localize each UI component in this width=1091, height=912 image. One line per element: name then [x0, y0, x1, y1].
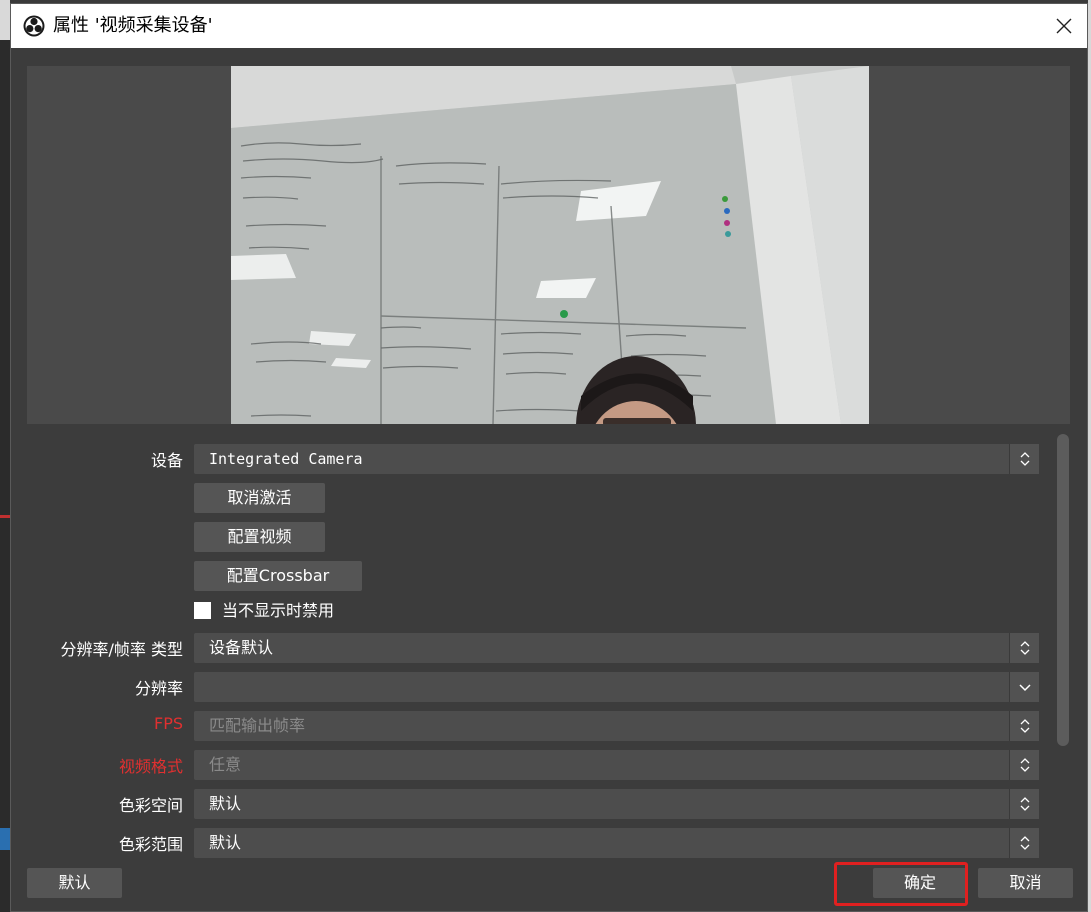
preview-panel	[27, 66, 1070, 424]
color-range-value: 默认	[209, 833, 242, 852]
device-select[interactable]: Integrated Camera	[194, 444, 1039, 474]
fps-spinner[interactable]	[1009, 711, 1039, 741]
properties-dialog: 属性 '视频采集设备' 设备 Integrated Camera 取消激活 配置…	[10, 3, 1088, 912]
scrollbar-thumb[interactable]	[1057, 434, 1069, 746]
res-fps-type-label: 分辨率/帧率 类型	[60, 640, 183, 659]
fps-select[interactable]: 匹配输出帧率	[194, 711, 1039, 741]
res-fps-type-select[interactable]: 设备默认	[194, 633, 1039, 663]
updown-chevron-icon	[1020, 719, 1030, 733]
device-select-spinner[interactable]	[1009, 444, 1039, 474]
resolution-dropdown[interactable]	[1009, 672, 1039, 702]
res-fps-type-spinner[interactable]	[1009, 633, 1039, 663]
updown-chevron-icon	[1020, 452, 1030, 466]
defaults-button[interactable]: 默认	[27, 868, 122, 898]
video-format-select[interactable]: 任意	[194, 750, 1039, 780]
color-space-label: 色彩空间	[118, 796, 183, 815]
disable-when-hidden-checkbox[interactable]	[194, 602, 211, 619]
camera-preview-image	[231, 66, 869, 424]
updown-chevron-icon	[1020, 836, 1030, 850]
configure-video-button[interactable]: 配置视频	[194, 522, 325, 552]
fps-label: FPS	[153, 714, 183, 733]
updown-chevron-icon	[1020, 797, 1030, 811]
close-button[interactable]	[1041, 4, 1087, 48]
device-select-value: Integrated Camera	[209, 450, 363, 468]
deactivate-button[interactable]: 取消激活	[194, 483, 325, 513]
window-title: 属性 '视频采集设备'	[53, 15, 213, 36]
resolution-label: 分辨率	[134, 679, 183, 698]
color-range-spinner[interactable]	[1009, 828, 1039, 858]
properties-scrollbar[interactable]	[1055, 434, 1071, 858]
color-range-label: 色彩范围	[118, 835, 183, 854]
background-window-strip	[0, 0, 10, 912]
resolution-select[interactable]	[194, 672, 1039, 702]
color-space-spinner[interactable]	[1009, 789, 1039, 819]
obs-app-icon	[23, 15, 45, 37]
video-format-value: 任意	[209, 755, 242, 774]
device-label: 设备	[150, 451, 183, 470]
video-format-spinner[interactable]	[1009, 750, 1039, 780]
updown-chevron-icon	[1020, 758, 1030, 772]
res-fps-type-value: 设备默认	[209, 638, 274, 657]
disable-when-hidden-label: 当不显示时禁用	[222, 601, 335, 620]
cancel-button[interactable]: 取消	[978, 868, 1073, 898]
close-icon	[1056, 18, 1072, 34]
fps-value: 匹配输出帧率	[209, 716, 306, 735]
color-space-value: 默认	[209, 794, 242, 813]
video-format-label: 视频格式	[118, 757, 183, 776]
title-bar: 属性 '视频采集设备'	[11, 4, 1087, 48]
ok-button-highlight	[834, 862, 968, 906]
color-space-select[interactable]: 默认	[194, 789, 1039, 819]
configure-crossbar-button[interactable]: 配置Crossbar	[194, 561, 362, 591]
chevron-down-icon	[1019, 684, 1031, 692]
updown-chevron-icon	[1020, 641, 1030, 655]
color-range-select[interactable]: 默认	[194, 828, 1039, 858]
